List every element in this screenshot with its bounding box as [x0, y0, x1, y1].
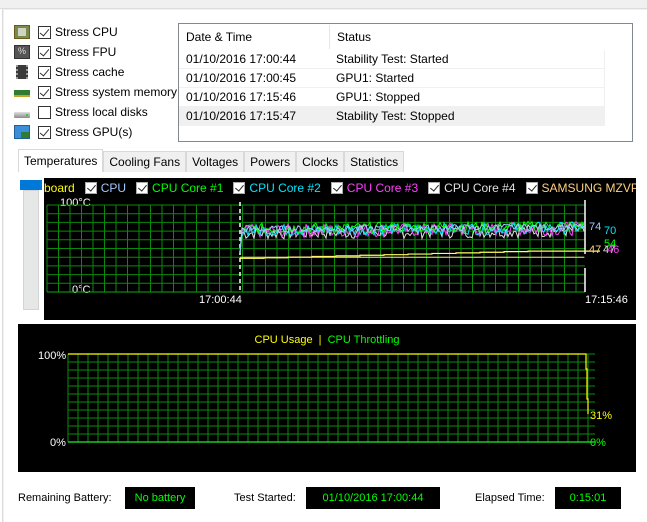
tab-cooling-fans[interactable]: Cooling Fans [103, 151, 187, 172]
stress-memory-option[interactable]: Stress system memory [14, 82, 177, 102]
stress-fpu-label: Stress FPU [55, 45, 117, 59]
status-footer: Remaining Battery: No battery Test Start… [0, 487, 647, 509]
stress-cache-checkbox[interactable] [38, 65, 51, 79]
stress-disks-label: Stress local disks [55, 105, 148, 119]
tab-statistics[interactable]: Statistics [344, 151, 405, 172]
stress-gpu-option[interactable]: Stress GPU(s) [14, 122, 177, 142]
stress-cache-option[interactable]: Stress cache [14, 62, 177, 82]
log-row[interactable]: 01/10/2016 17:00:45 GPU1: Started [179, 68, 629, 88]
fpu-icon [14, 45, 30, 59]
stress-fpu-option[interactable]: Stress FPU [14, 42, 177, 62]
stress-disks-checkbox[interactable] [38, 105, 51, 119]
column-header-status[interactable]: Status [329, 25, 604, 49]
stress-memory-checkbox[interactable] [38, 85, 51, 99]
window-left-edge [0, 9, 3, 522]
memory-module-icon [14, 90, 30, 97]
end-value-core2: 70 [604, 225, 617, 237]
scrollbar-thumb[interactable] [20, 180, 42, 190]
cpu-usage-plot [67, 353, 595, 443]
log-header: Date & Time Status [179, 24, 632, 50]
end-value-cpu: 74 [589, 221, 602, 233]
test-started-value: 01/10/2016 17:00:44 [306, 487, 440, 509]
battery-value: No battery [125, 487, 195, 509]
stress-gpu-label: Stress GPU(s) [55, 125, 133, 139]
temperature-plot [46, 200, 600, 293]
log-row[interactable]: 01/10/2016 17:00:44 Stability Test: Star… [179, 49, 629, 69]
elapsed-time-label: Elapsed Time: [475, 492, 545, 504]
test-started-label: Test Started: [234, 492, 296, 504]
log-datetime: 01/10/2016 17:00:44 [186, 52, 297, 66]
tab-temperatures[interactable]: Temperatures [18, 149, 104, 172]
cpu-usage-graph: CPU Usage | CPU Throttling 100% 0% 31% 0… [18, 324, 636, 472]
elapsed-time-value: 0:15:01 [555, 487, 621, 509]
stress-cache-label: Stress cache [55, 65, 125, 79]
scrollbar-track[interactable] [23, 190, 39, 310]
log-datetime: 01/10/2016 17:15:47 [186, 109, 297, 123]
stress-cpu-label: Stress CPU [55, 25, 118, 39]
end-value-ssd: 47 [589, 244, 602, 256]
column-header-datetime[interactable]: Date & Time [179, 30, 329, 44]
cpu-throttling-current: 0% [590, 437, 606, 449]
log-datetime: 01/10/2016 17:15:46 [186, 90, 297, 104]
end-value-core3: 46 [607, 244, 620, 256]
stress-gpu-checkbox[interactable] [38, 125, 51, 139]
log-status: Stability Test: Stopped [336, 109, 455, 123]
gpu-monitor-icon [14, 125, 30, 139]
tab-clocks[interactable]: Clocks [296, 151, 345, 172]
log-status: Stability Test: Started [336, 52, 449, 66]
stress-cpu-checkbox[interactable] [38, 25, 51, 39]
legend-scrollbar[interactable] [20, 180, 42, 313]
log-datetime: 01/10/2016 17:00:45 [186, 71, 297, 85]
cache-chip-icon [16, 65, 28, 79]
log-status: GPU1: Started [336, 71, 415, 85]
battery-label: Remaining Battery: [18, 492, 112, 504]
stress-disks-option[interactable]: Stress local disks [14, 102, 177, 122]
log-status: GPU1: Stopped [336, 90, 421, 104]
stress-cpu-option[interactable]: Stress CPU [14, 22, 177, 42]
log-row[interactable]: 01/10/2016 17:15:46 GPU1: Stopped [179, 87, 629, 107]
stress-options: Stress CPU Stress FPU Stress cache Stres… [14, 22, 177, 142]
stress-memory-label: Stress system memory [55, 85, 178, 99]
cpu-usage-current: 31% [590, 410, 613, 422]
tab-voltages[interactable]: Voltages [186, 151, 245, 172]
hard-disk-icon [14, 112, 30, 118]
trace-samsung-ssd [239, 250, 600, 259]
temperature-graph: board CPU CPU Core #1 CPU Core #2 CPU Co… [44, 178, 636, 320]
stress-fpu-checkbox[interactable] [38, 45, 51, 59]
window-top-edge [0, 0, 647, 9]
tab-powers[interactable]: Powers [244, 151, 297, 172]
cpu-chip-icon [14, 25, 30, 39]
log-row-selected[interactable]: 01/10/2016 17:15:47 Stability Test: Stop… [179, 106, 629, 126]
event-log-table[interactable]: Date & Time Status 01/10/2016 17:00:44 S… [178, 23, 633, 142]
sensor-tabs: Temperatures Cooling Fans Voltages Power… [18, 149, 405, 172]
